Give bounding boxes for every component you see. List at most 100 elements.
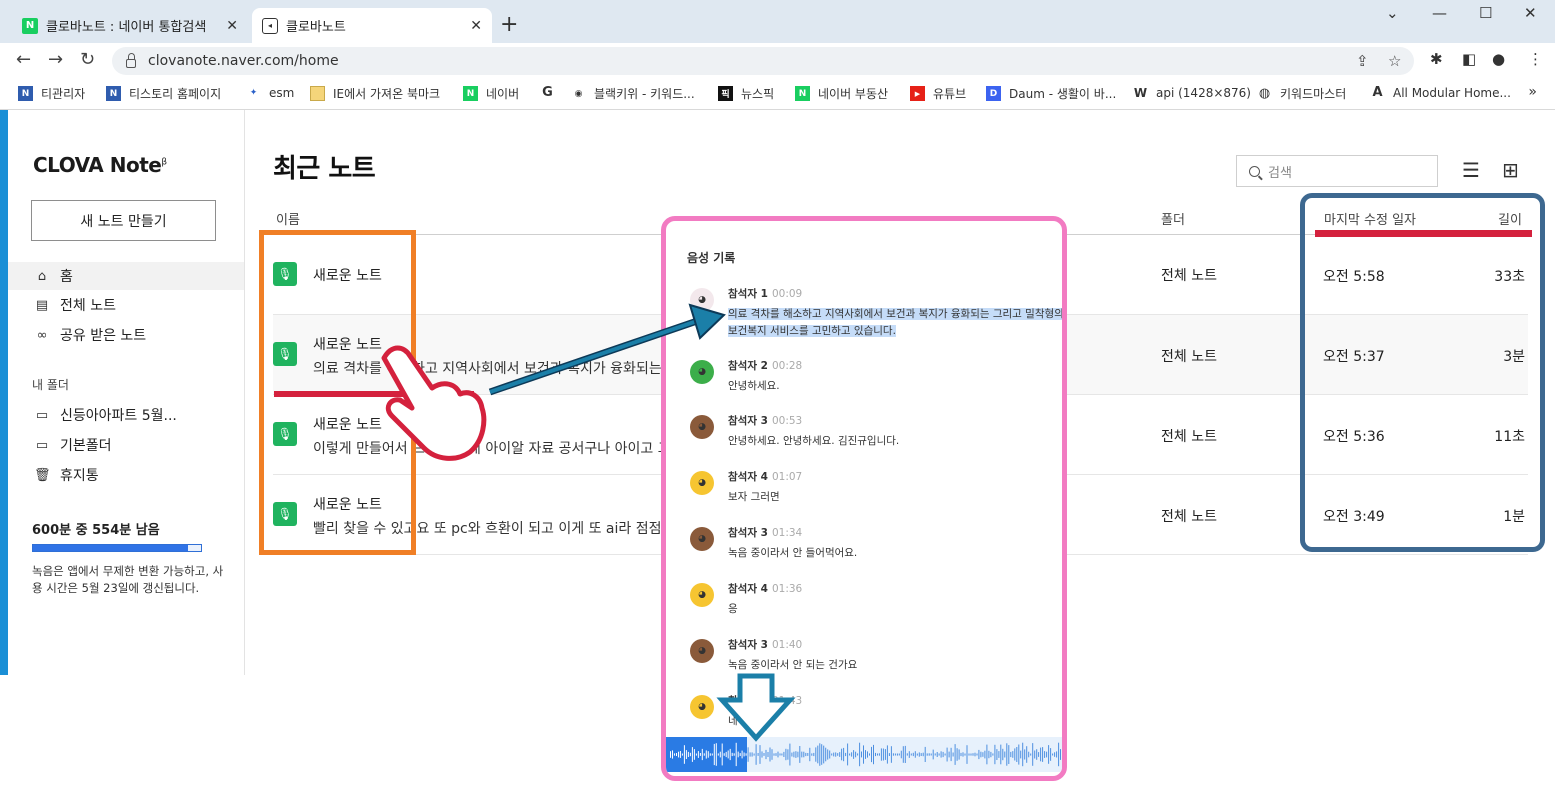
waveform-bar — [763, 753, 765, 756]
waveform-bar — [699, 753, 701, 756]
address-bar[interactable]: clovanote.naver.com/home ⇪ ☆ — [112, 47, 1414, 75]
bookmark-item[interactable]: 픽 뉴스픽 — [718, 85, 774, 102]
waveform-bar — [1008, 745, 1010, 764]
arrow-right-icon[interactable]: → — [48, 49, 63, 70]
note-folder: 전체 노트 — [1161, 509, 1217, 525]
waveform-bar — [819, 743, 821, 766]
waveform-bar — [697, 751, 699, 758]
waveform-bar — [1062, 753, 1063, 755]
waveform-bar — [1026, 746, 1028, 763]
usage-remaining-text: 600분 중 554분 남음 — [32, 523, 160, 538]
close-tab-icon[interactable]: ✕ — [470, 18, 482, 34]
sidebar-folder-item[interactable]: ▭ 신등아아파트 5월... — [8, 401, 244, 429]
maximize-icon[interactable]: ☐ — [1479, 4, 1492, 22]
waveform-bar — [956, 748, 958, 761]
sidebar-item-all-notes[interactable]: ▤ 전체 노트 — [8, 291, 244, 319]
bookmark-item[interactable]: Wapi (1428×876) — [1133, 85, 1251, 100]
audio-waveform[interactable] — [666, 737, 1067, 772]
new-note-button[interactable]: 새 노트 만들기 — [31, 200, 216, 241]
column-header-folder[interactable]: 폴더 — [1161, 209, 1185, 228]
bookmark-item[interactable]: G — [540, 85, 563, 100]
utterance-text[interactable]: 안녕하세요. 안녕하세요. 김진규입니다. — [728, 433, 1062, 450]
waveform-bar — [1066, 753, 1067, 755]
a-icon: A — [1372, 85, 1383, 100]
waveform-bar — [1012, 751, 1014, 758]
waveform-bar — [817, 745, 819, 764]
waveform-bar — [944, 753, 946, 756]
bookmark-item[interactable]: D Daum - 생활이 바... — [986, 85, 1116, 102]
waveform-bar — [749, 752, 751, 757]
share-icon[interactable]: ⇪ — [1356, 52, 1369, 70]
column-header-name[interactable]: 이름 — [276, 209, 300, 228]
profile-avatar[interactable]: ● — [1492, 50, 1505, 68]
bookmark-item[interactable]: ◉ 블랙키위 - 키워드... — [571, 85, 695, 102]
arrow-left-icon[interactable]: ← — [16, 49, 31, 70]
browser-tab-search[interactable]: N 클로바노트 : 네이버 통합검색 ✕ — [12, 8, 248, 43]
waveform-bar — [880, 748, 882, 761]
search-input[interactable]: 검색 — [1236, 155, 1438, 187]
sidebar-folder-item[interactable]: ▭ 기본폴더 — [8, 431, 244, 459]
sidebar-icon[interactable]: ◧ — [1462, 50, 1476, 68]
close-tab-icon[interactable]: ✕ — [226, 18, 238, 34]
bookmark-favicon-icon: N — [18, 86, 33, 101]
bookmark-item[interactable]: IE에서 가져온 북마크 — [310, 85, 440, 102]
utterance-text[interactable]: 네 — [728, 713, 1062, 730]
sidebar-item-home[interactable]: ⌂ 홈 — [8, 262, 244, 290]
grid-view-icon[interactable]: ⊞ — [1502, 158, 1519, 182]
bookmark-item[interactable]: N 티스토리 홈페이지 — [106, 85, 221, 102]
waveform-bar — [968, 753, 970, 756]
waveform-bar — [745, 753, 747, 756]
waveform-bar — [857, 753, 859, 756]
note-folder: 전체 노트 — [1161, 349, 1217, 365]
reload-icon[interactable]: ↻ — [80, 49, 95, 70]
waveform-bar — [781, 753, 783, 756]
speaker-label: 참석자 3 01:34 — [728, 527, 803, 539]
minimize-icon[interactable]: — — [1432, 4, 1447, 22]
speaker-avatar: ◕ — [690, 695, 714, 719]
list-view-icon[interactable]: ☰ — [1462, 158, 1480, 182]
utterance-text[interactable]: 녹음 중이라서 안 되는 건가요 — [728, 657, 1062, 674]
utterance-text[interactable]: 응 — [728, 601, 1062, 618]
bookmark-item[interactable]: N 네이버 — [463, 85, 519, 102]
waveform-bar — [948, 751, 950, 758]
tab-search-icon[interactable]: ⌄ — [1386, 4, 1399, 22]
bookmark-item[interactable]: ▶ 유튜브 — [910, 85, 966, 102]
waveform-bar — [771, 749, 773, 760]
waveform-bar — [773, 753, 775, 756]
waveform-bar — [1020, 750, 1022, 759]
utterance-text[interactable]: 녹음 중이라서 안 들어먹어요. — [728, 545, 1062, 562]
note-folder: 전체 노트 — [1161, 429, 1217, 445]
waveform-bar — [865, 750, 866, 759]
browser-tab-clovanote[interactable]: ◂ 클로바노트 ✕ — [252, 8, 492, 43]
sidebar-item-shared-notes[interactable]: ∞ 공유 받은 노트 — [8, 321, 244, 349]
kebab-icon[interactable]: ⋮ — [1528, 50, 1543, 68]
bookmark-item[interactable]: N 네이버 부동산 — [795, 85, 888, 102]
utterance-text[interactable]: 보자 그러면 — [728, 489, 1062, 506]
bookmarks-more-icon[interactable]: » — [1528, 84, 1537, 100]
waveform-bar — [1054, 752, 1056, 757]
waveform-bar — [994, 744, 996, 765]
folder-icon — [310, 86, 325, 101]
waveform-bar — [980, 751, 982, 758]
waveform-bar — [958, 749, 960, 760]
utterance-text[interactable]: 안녕하세요. — [728, 378, 1062, 395]
bookmark-item[interactable]: N 티관리자 — [18, 85, 85, 102]
waveform-bar — [683, 745, 685, 764]
waveform-bar — [833, 752, 835, 757]
waveform-bar — [859, 742, 861, 767]
bookmark-item[interactable]: ◍ 키워드마스터 — [1257, 85, 1346, 102]
waveform-bar — [759, 745, 761, 764]
new-tab-button[interactable]: + — [500, 12, 518, 38]
sidebar-item-trash[interactable]: 🗑 휴지통 — [8, 461, 244, 489]
waveform-bar — [1036, 749, 1038, 760]
app-logo[interactable]: CLOVA Noteβ — [33, 153, 167, 177]
bookmark-item[interactable]: ✦ esm — [246, 85, 295, 100]
waveform-bar — [717, 753, 719, 756]
window-close-icon[interactable]: ✕ — [1524, 4, 1537, 22]
star-icon[interactable]: ☆ — [1388, 52, 1401, 70]
puzzle-icon[interactable]: ✱ — [1430, 50, 1443, 68]
waveform-bar — [998, 751, 1000, 758]
utterance-text[interactable]: 의료 격차를 해소하고 지역사회에서 보건과 복지가 융화되는 그리고 밀착형의… — [728, 306, 1062, 340]
waveform-bar — [821, 744, 823, 765]
bookmark-item[interactable]: A All Modular Home... — [1370, 85, 1510, 100]
